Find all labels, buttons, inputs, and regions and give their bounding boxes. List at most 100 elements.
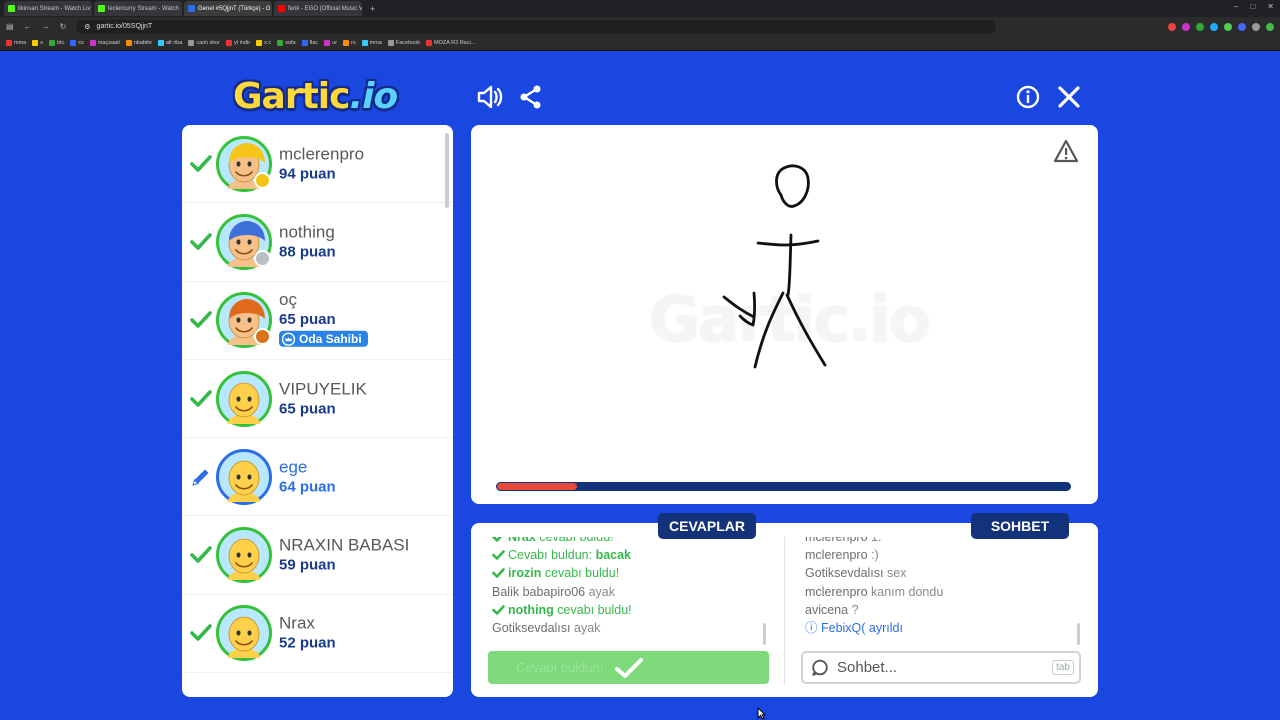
bookmark-item[interactable]: mma xyxy=(361,40,382,46)
chat-bubble-icon xyxy=(812,659,828,676)
back-icon[interactable]: ← xyxy=(24,22,32,31)
window-controls: – □ ✕ xyxy=(1234,2,1274,11)
chat-scrollbar[interactable] xyxy=(1077,623,1080,645)
tab-answers[interactable]: CEVAPLAR xyxy=(658,513,756,539)
extensions xyxy=(1168,22,1274,31)
tab-title: ferik - EGO (Official Music V xyxy=(288,5,362,12)
bookmarks-bar: mma s btc cs maçsaati nbabite alt riba canlı sk… xyxy=(0,36,1280,51)
bookmark-label: flac xyxy=(309,40,319,46)
avatar-face-icon xyxy=(228,538,260,581)
player-name: ege xyxy=(279,457,308,477)
profile-avatar-icon[interactable] xyxy=(1266,22,1274,31)
extension-icon[interactable] xyxy=(1210,22,1218,31)
bookmark-item[interactable]: maçsaati xyxy=(89,40,120,46)
room-owner-badge: Oda Sahibi xyxy=(279,330,368,347)
bookmark-item[interactable]: s xyxy=(32,40,43,46)
player-list-scrollbar[interactable] xyxy=(445,133,449,208)
report-warning-icon[interactable] xyxy=(1053,139,1079,168)
bookmark-item[interactable]: MOZA R3 Raci... xyxy=(426,40,475,46)
chat-text: 1. xyxy=(867,537,882,544)
bookmark-item[interactable]: alt riba xyxy=(157,40,182,46)
bookmark-item[interactable]: x.c xyxy=(256,40,271,46)
chat-user: FebixQ( xyxy=(820,621,866,636)
player-row[interactable]: NRAXIN BABASI 59 puan xyxy=(182,516,453,595)
answer-text: cevabı buldu! xyxy=(541,566,620,581)
player-info: oç 65 puan Oda Sahibi xyxy=(279,290,368,351)
checkmark-icon xyxy=(190,233,212,250)
bookmark-item[interactable]: cs xyxy=(70,40,84,46)
sound-icon[interactable] xyxy=(476,83,504,111)
answer-text: ayak xyxy=(585,584,616,599)
forward-icon[interactable]: → xyxy=(42,22,50,31)
bookmark-item[interactable]: flac xyxy=(301,40,319,46)
avatar-face-icon xyxy=(228,382,260,424)
bookmark-favicon-icon xyxy=(125,40,132,46)
chat-input-field[interactable]: tab xyxy=(801,651,1081,684)
avatar[interactable] xyxy=(216,135,272,192)
bookmark-label: canlı skor xyxy=(196,40,220,46)
site-info-icon[interactable]: ⚙ xyxy=(84,23,90,31)
address-bar: ▤ ← → ↻ ⚙ gartic.io/05SQjjnT xyxy=(0,17,1280,36)
tab-favicon-icon xyxy=(8,5,15,12)
player-row[interactable]: Nrax 52 puan xyxy=(182,595,453,674)
bookmark-item[interactable]: ur xyxy=(324,40,337,46)
player-row[interactable]: VIPUYELIK 65 puan xyxy=(182,360,453,439)
player-row[interactable]: oç 65 puan Oda Sahibi xyxy=(182,282,453,360)
extension-icon[interactable] xyxy=(1168,22,1176,31)
maximize-icon[interactable]: □ xyxy=(1250,2,1255,11)
drawing-canvas[interactable]: Gartic.io xyxy=(471,125,1098,504)
timer-fill xyxy=(497,483,578,490)
extension-icon[interactable] xyxy=(1182,22,1190,31)
browser-tab[interactable]: leclercurry Stream - Watch✕ xyxy=(94,1,182,16)
bookmark-item[interactable]: yt indir xyxy=(225,40,250,46)
avatar[interactable] xyxy=(216,370,272,427)
share-icon[interactable] xyxy=(517,83,545,111)
avatar[interactable] xyxy=(216,527,272,584)
new-tab-icon[interactable]: + xyxy=(364,4,381,14)
player-list[interactable]: mclerenpro 94 puan nothing 88 puan oç 65 xyxy=(182,125,453,697)
avatar[interactable] xyxy=(216,448,272,505)
player-row[interactable]: mclerenpro 94 puan xyxy=(182,125,453,204)
player-row[interactable]: ege 64 puan xyxy=(182,438,453,517)
browser-tab[interactable]: ferik - EGO (Official Music V✕ xyxy=(274,1,362,16)
player-name: VIPUYELIK xyxy=(279,379,367,399)
bookmark-item[interactable]: rs xyxy=(343,40,356,46)
bookmark-favicon-icon xyxy=(188,40,195,46)
extension-icon[interactable] xyxy=(1224,22,1232,31)
browser-tab[interactable]: Genel #5QjjnT (Türkçe) - G✕ xyxy=(184,1,272,16)
player-info: ege 64 puan xyxy=(279,457,336,496)
url-field[interactable]: ⚙ gartic.io/05SQjjnT xyxy=(76,19,997,34)
close-icon[interactable] xyxy=(1055,83,1083,111)
answers-scrollbar[interactable] xyxy=(763,623,766,645)
chat-input[interactable] xyxy=(837,659,1037,676)
bookmark-item[interactable]: canlı skor xyxy=(188,40,220,46)
reload-icon[interactable]: ↻ xyxy=(60,22,67,31)
extension-icon[interactable] xyxy=(1238,22,1246,31)
checkmark-icon xyxy=(614,657,643,678)
browser-tab[interactable]: ilkinsan Stream - Watch Liv✕ xyxy=(4,1,92,16)
extension-icon[interactable] xyxy=(1196,22,1204,31)
bookmark-item[interactable]: mma xyxy=(6,40,26,46)
avatar[interactable] xyxy=(216,213,272,270)
answer-input-disabled[interactable]: Cevabı buldun! xyxy=(488,651,769,684)
player-status xyxy=(190,466,212,488)
bookmark-favicon-icon xyxy=(32,40,39,46)
chat-text: ayrıldı xyxy=(865,621,903,636)
answer-word: bacak xyxy=(595,548,632,563)
chat-message: Gotiksevdalısı sex xyxy=(805,564,1075,582)
extension-icon[interactable] xyxy=(1252,22,1260,31)
avatar[interactable] xyxy=(216,292,272,349)
bookmark-favicon-icon xyxy=(387,40,394,46)
minimize-icon[interactable]: – xyxy=(1234,2,1238,11)
bookmark-item[interactable]: sofa xyxy=(277,40,296,46)
window-close-icon[interactable]: ✕ xyxy=(1267,2,1274,11)
player-row[interactable]: nothing 88 puan xyxy=(182,203,453,282)
sidebar-toggle-icon[interactable]: ▤ xyxy=(6,22,14,31)
bookmark-item[interactable]: Facebook xyxy=(387,40,420,46)
bookmark-item[interactable]: btc xyxy=(48,40,64,46)
bookmark-item[interactable]: nbabite xyxy=(125,40,152,46)
chat-text: kanım dondu xyxy=(867,584,944,599)
info-icon[interactable] xyxy=(1014,83,1042,111)
avatar[interactable] xyxy=(216,605,272,662)
tab-chat[interactable]: SOHBET xyxy=(971,513,1069,539)
